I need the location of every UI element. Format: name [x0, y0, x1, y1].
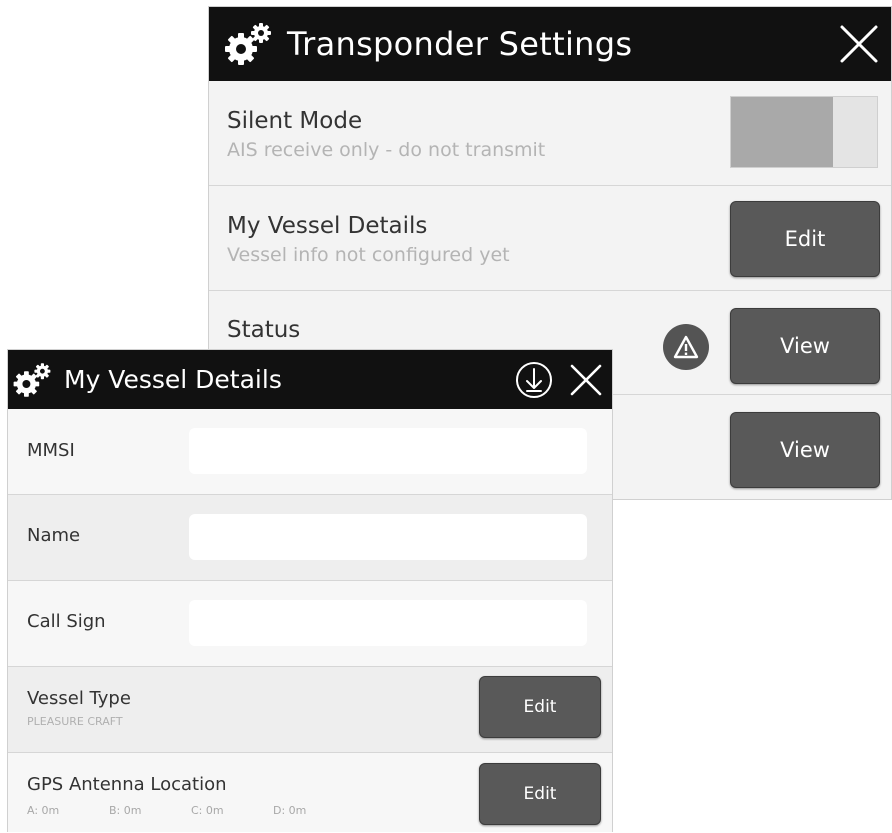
gear-icon — [223, 21, 273, 67]
gps-a-value: A: 0m — [27, 804, 60, 817]
gps-c-value: C: 0m — [191, 804, 224, 817]
vessel-details-header: My Vessel Details — [8, 350, 612, 409]
close-icon — [840, 25, 878, 63]
vessel-type-row: Vessel Type PLEASURE CRAFT Edit — [8, 667, 612, 753]
silent-mode-description: AIS receive only - do not transmit — [227, 139, 546, 161]
silent-mode-row: Silent Mode AIS receive only - do not tr… — [209, 81, 891, 186]
mmsi-label: MMSI — [27, 440, 75, 461]
name-row: Name — [8, 495, 612, 581]
vessel-details-panel: My Vessel Details MMSI Name Call Sign Ve… — [7, 349, 613, 832]
gps-antenna-label: GPS Antenna Location — [27, 774, 227, 795]
mmsi-input[interactable] — [189, 428, 587, 474]
vessel-details-row: My Vessel Details Vessel info not config… — [209, 186, 891, 291]
gps-d-value: D: 0m — [273, 804, 307, 817]
toggle-track-fill — [731, 97, 833, 167]
gear-icon — [12, 361, 52, 399]
save-button[interactable] — [508, 350, 560, 409]
call-sign-row: Call Sign — [8, 581, 612, 667]
vessel-details-description: Vessel info not configured yet — [227, 244, 510, 266]
close-button[interactable] — [560, 350, 612, 409]
call-sign-label: Call Sign — [27, 611, 106, 632]
fourth-row-view-button[interactable]: View — [730, 412, 880, 488]
silent-mode-label: Silent Mode — [227, 108, 363, 134]
name-input[interactable] — [189, 514, 587, 560]
download-circle-icon — [516, 361, 552, 398]
close-icon — [570, 364, 602, 395]
vessel-details-label: My Vessel Details — [227, 213, 428, 239]
vessel-type-label: Vessel Type — [27, 688, 131, 709]
status-view-button[interactable]: View — [730, 308, 880, 384]
gps-antenna-values: A: 0m B: 0m C: 0m D: 0m — [27, 804, 306, 817]
status-label: Status — [227, 317, 301, 343]
warning-triangle-icon — [663, 324, 709, 370]
silent-mode-toggle[interactable] — [730, 96, 878, 168]
panel-title: Transponder Settings — [287, 25, 633, 63]
call-sign-input[interactable] — [189, 600, 587, 646]
panel-title: My Vessel Details — [64, 365, 282, 394]
name-label: Name — [27, 525, 81, 546]
vessel-type-value: PLEASURE CRAFT — [27, 715, 123, 728]
close-button[interactable] — [827, 7, 891, 81]
mmsi-row: MMSI — [8, 409, 612, 495]
gps-antenna-row: GPS Antenna Location A: 0m B: 0m C: 0m D… — [8, 753, 612, 833]
gps-antenna-edit-button[interactable]: Edit — [479, 763, 601, 825]
transponder-settings-header: Transponder Settings — [209, 7, 891, 81]
gps-b-value: B: 0m — [109, 804, 142, 817]
vessel-details-edit-button[interactable]: Edit — [730, 201, 880, 277]
vessel-type-edit-button[interactable]: Edit — [479, 676, 601, 738]
